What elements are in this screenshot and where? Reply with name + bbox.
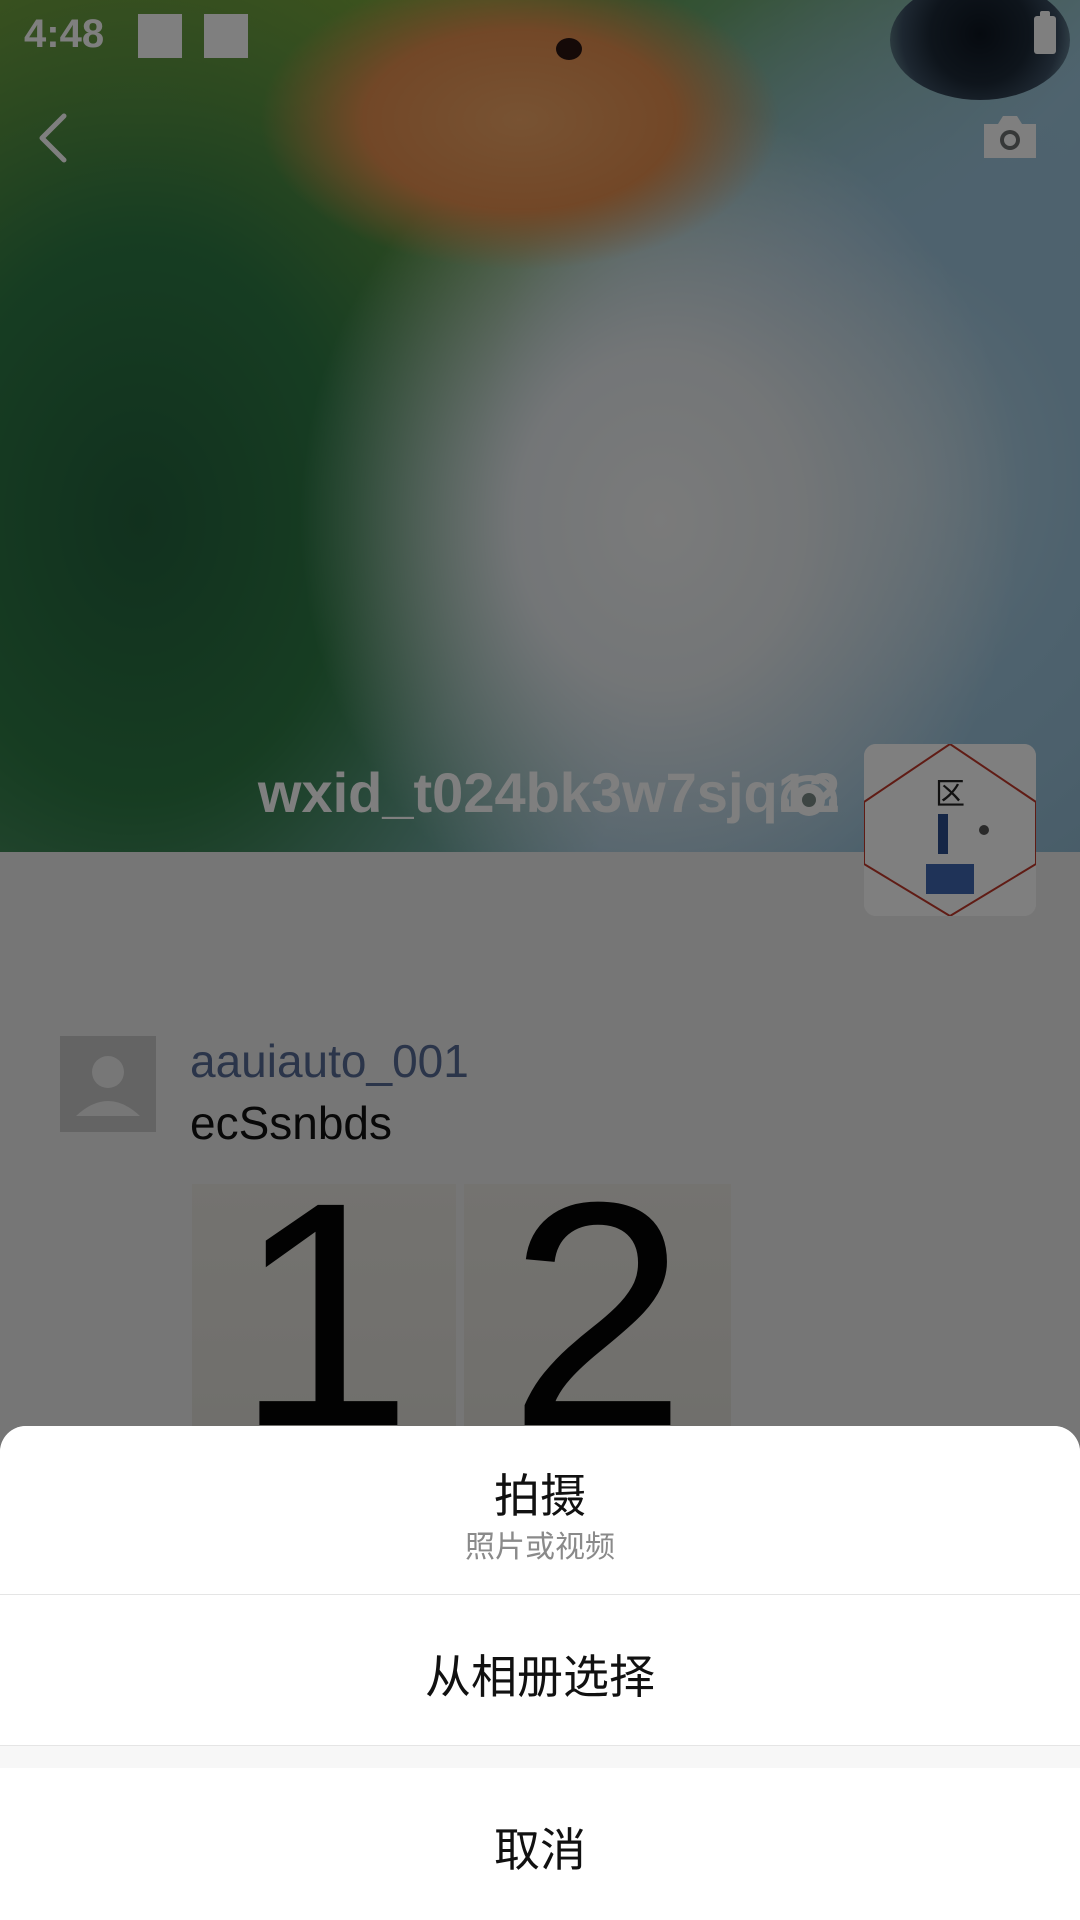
moments-screen: 4:48 wxid_t024bk3w7sjq12 区 xyxy=(0,0,1080,1920)
shoot-option[interactable]: 拍摄 照片或视频 xyxy=(0,1426,1080,1595)
cancel-button[interactable]: 取消 xyxy=(0,1768,1080,1920)
cancel-label: 取消 xyxy=(494,1823,586,1877)
album-option-label: 从相册选择 xyxy=(425,1650,655,1704)
action-sheet: 拍摄 照片或视频 从相册选择 取消 xyxy=(0,1426,1080,1920)
choose-from-album-option[interactable]: 从相册选择 xyxy=(0,1595,1080,1746)
shoot-option-label: 拍摄 xyxy=(494,1469,586,1523)
shoot-option-subtitle: 照片或视频 xyxy=(465,1530,615,1565)
